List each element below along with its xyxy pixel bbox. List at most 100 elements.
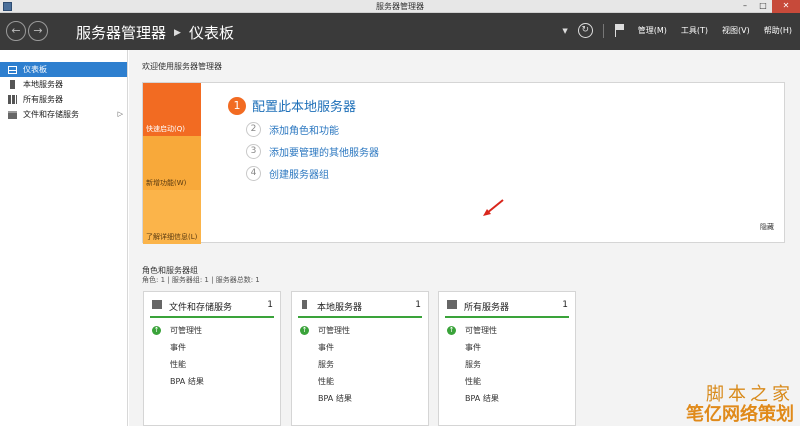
card-row-bpa[interactable]: BPA 结果 bbox=[170, 373, 280, 390]
step-label[interactable]: 添加要管理的其他服务器 bbox=[269, 144, 379, 159]
watermark-line1: 脚本之家 bbox=[706, 384, 794, 405]
tile-label: 了解详细信息(L) bbox=[146, 233, 198, 241]
card-row-label: 可管理性 bbox=[170, 326, 202, 335]
card-count: 1 bbox=[415, 300, 421, 310]
card-row-label: 性能 bbox=[465, 377, 481, 386]
step-add-servers[interactable]: 3 添加要管理的其他服务器 bbox=[246, 144, 379, 159]
hide-welcome-link[interactable]: 隐藏 bbox=[760, 222, 774, 232]
storage-icon bbox=[8, 110, 17, 119]
menu-tools[interactable]: 工具(T) bbox=[681, 25, 708, 36]
card-row-label: 可管理性 bbox=[465, 326, 497, 335]
step-number: 3 bbox=[246, 144, 261, 159]
card-row-label: BPA 结果 bbox=[465, 394, 499, 403]
servers-icon bbox=[8, 95, 17, 104]
sidebar-item-local-server[interactable]: 本地服务器 bbox=[0, 77, 127, 92]
step-number: 2 bbox=[246, 122, 261, 137]
back-button[interactable]: ← bbox=[6, 21, 26, 41]
header-divider bbox=[602, 23, 604, 38]
maximize-button[interactable]: □ bbox=[754, 0, 772, 13]
sidebar-item-label: 本地服务器 bbox=[23, 80, 63, 89]
card-row-label: 性能 bbox=[318, 377, 334, 386]
dropdown-caret-icon[interactable]: ▼ bbox=[562, 27, 567, 35]
status-ok-icon: ↑ bbox=[300, 326, 309, 335]
breadcrumb-separator-icon: ▶ bbox=[174, 27, 181, 38]
sidebar: 仪表板 本地服务器 所有服务器 文件和存储服务 ▷ bbox=[0, 50, 128, 426]
card-row-label: 事件 bbox=[170, 343, 186, 352]
step-create-server-group[interactable]: 4 创建服务器组 bbox=[246, 166, 379, 181]
card-row-performance[interactable]: 性能 bbox=[318, 373, 428, 390]
role-card-all-servers[interactable]: 所有服务器 1 ↑ 可管理性 事件 服务 性能 BPA 结果 bbox=[438, 291, 576, 426]
tile-quick-start[interactable]: 快速启动(Q) bbox=[143, 83, 201, 136]
card-row-label: 服务 bbox=[465, 360, 481, 369]
server-icon bbox=[10, 80, 15, 89]
sidebar-item-dashboard[interactable]: 仪表板 bbox=[0, 62, 127, 77]
card-row-bpa[interactable]: BPA 结果 bbox=[465, 390, 575, 407]
sidebar-item-all-servers[interactable]: 所有服务器 bbox=[0, 92, 127, 107]
card-count: 1 bbox=[562, 300, 568, 310]
card-row-performance[interactable]: 性能 bbox=[170, 356, 280, 373]
card-row-label: 事件 bbox=[318, 343, 334, 352]
minimize-button[interactable]: – bbox=[736, 0, 754, 13]
breadcrumb-root[interactable]: 服务器管理器 bbox=[76, 22, 166, 43]
card-row-label: 服务 bbox=[318, 360, 334, 369]
refresh-icon[interactable]: ↻ bbox=[577, 23, 593, 38]
welcome-title: 欢迎使用服务器管理器 bbox=[142, 62, 222, 71]
card-row-label: BPA 结果 bbox=[170, 377, 204, 386]
quick-start-steps: 1 配置此本地服务器 2 添加角色和功能 3 添加要管理的其他服务器 4 创建服… bbox=[228, 96, 379, 181]
roles-summary: 角色: 1 | 服务器组: 1 | 服务器总数: 1 bbox=[142, 276, 260, 284]
storage-icon bbox=[152, 300, 162, 309]
step-add-roles[interactable]: 2 添加角色和功能 bbox=[246, 122, 379, 137]
step-number: 4 bbox=[246, 166, 261, 181]
role-card-local-server[interactable]: 本地服务器 1 ↑ 可管理性 事件 服务 性能 BPA 结果 bbox=[291, 291, 429, 426]
sidebar-item-label: 文件和存储服务 bbox=[23, 110, 79, 119]
welcome-panel: 快速启动(Q) 新增功能(W) 了解详细信息(L) 1 配置此本地服务器 2 添… bbox=[142, 82, 785, 244]
card-row-bpa[interactable]: BPA 结果 bbox=[318, 390, 428, 407]
card-row-manageability[interactable]: ↑ 可管理性 bbox=[300, 322, 428, 339]
step-configure-local-server[interactable]: 1 配置此本地服务器 bbox=[228, 96, 379, 115]
server-icon bbox=[302, 300, 307, 309]
step-label[interactable]: 配置此本地服务器 bbox=[252, 96, 356, 115]
card-count: 1 bbox=[267, 300, 273, 310]
card-row-events[interactable]: 事件 bbox=[170, 339, 280, 356]
notification-flag-icon[interactable] bbox=[614, 24, 624, 37]
card-title[interactable]: 所有服务器 bbox=[464, 300, 509, 313]
card-row-manageability[interactable]: ↑ 可管理性 bbox=[447, 322, 575, 339]
tile-learn-more[interactable]: 了解详细信息(L) bbox=[143, 190, 201, 244]
role-card-file-storage[interactable]: 文件和存储服务 1 ↑ 可管理性 事件 性能 BPA 结果 bbox=[143, 291, 281, 426]
breadcrumb-current: 仪表板 bbox=[188, 24, 234, 42]
close-button[interactable]: ✕ bbox=[772, 0, 800, 13]
card-row-label: 事件 bbox=[465, 343, 481, 352]
card-row-events[interactable]: 事件 bbox=[318, 339, 428, 356]
red-arrow-annotation-icon bbox=[483, 199, 504, 216]
card-row-label: BPA 结果 bbox=[318, 394, 352, 403]
card-row-label: 可管理性 bbox=[318, 326, 350, 335]
card-row-label: 性能 bbox=[170, 360, 186, 369]
card-title[interactable]: 文件和存储服务 bbox=[169, 300, 232, 313]
app-header: ← → 服务器管理器 ▶ 仪表板 ▼ ↻ 管理(M) 工具(T) 视图(V) 帮… bbox=[0, 13, 800, 50]
status-ok-icon: ↑ bbox=[447, 326, 456, 335]
step-label[interactable]: 添加角色和功能 bbox=[269, 122, 339, 137]
card-row-manageability[interactable]: ↑ 可管理性 bbox=[152, 322, 280, 339]
servers-icon bbox=[447, 300, 457, 309]
window-title: 服务器管理器 bbox=[376, 2, 424, 11]
card-row-services[interactable]: 服务 bbox=[318, 356, 428, 373]
sidebar-item-label: 所有服务器 bbox=[23, 95, 63, 104]
tile-label: 快速启动(Q) bbox=[146, 125, 185, 133]
step-label[interactable]: 创建服务器组 bbox=[269, 166, 329, 181]
menu-help[interactable]: 帮助(H) bbox=[764, 25, 792, 36]
menu-view[interactable]: 视图(V) bbox=[722, 25, 750, 36]
card-row-services[interactable]: 服务 bbox=[465, 356, 575, 373]
card-title[interactable]: 本地服务器 bbox=[317, 300, 362, 313]
card-row-events[interactable]: 事件 bbox=[465, 339, 575, 356]
forward-button[interactable]: → bbox=[28, 21, 48, 41]
watermark-line2: 笔亿网络策划 bbox=[686, 404, 794, 425]
watermark: 脚本之家 笔亿网络策划 bbox=[686, 386, 794, 424]
tile-whats-new[interactable]: 新增功能(W) bbox=[143, 136, 201, 190]
sidebar-item-file-storage[interactable]: 文件和存储服务 ▷ bbox=[0, 107, 127, 122]
menu-manage[interactable]: 管理(M) bbox=[638, 25, 667, 36]
card-row-performance[interactable]: 性能 bbox=[465, 373, 575, 390]
expand-arrow-icon[interactable]: ▷ bbox=[118, 110, 123, 118]
breadcrumb: 服务器管理器 ▶ 仪表板 bbox=[76, 22, 234, 43]
tile-label: 新增功能(W) bbox=[146, 179, 187, 187]
dashboard-content: 欢迎使用服务器管理器 快速启动(Q) 新增功能(W) 了解详细信息(L) 1 配… bbox=[129, 50, 800, 426]
